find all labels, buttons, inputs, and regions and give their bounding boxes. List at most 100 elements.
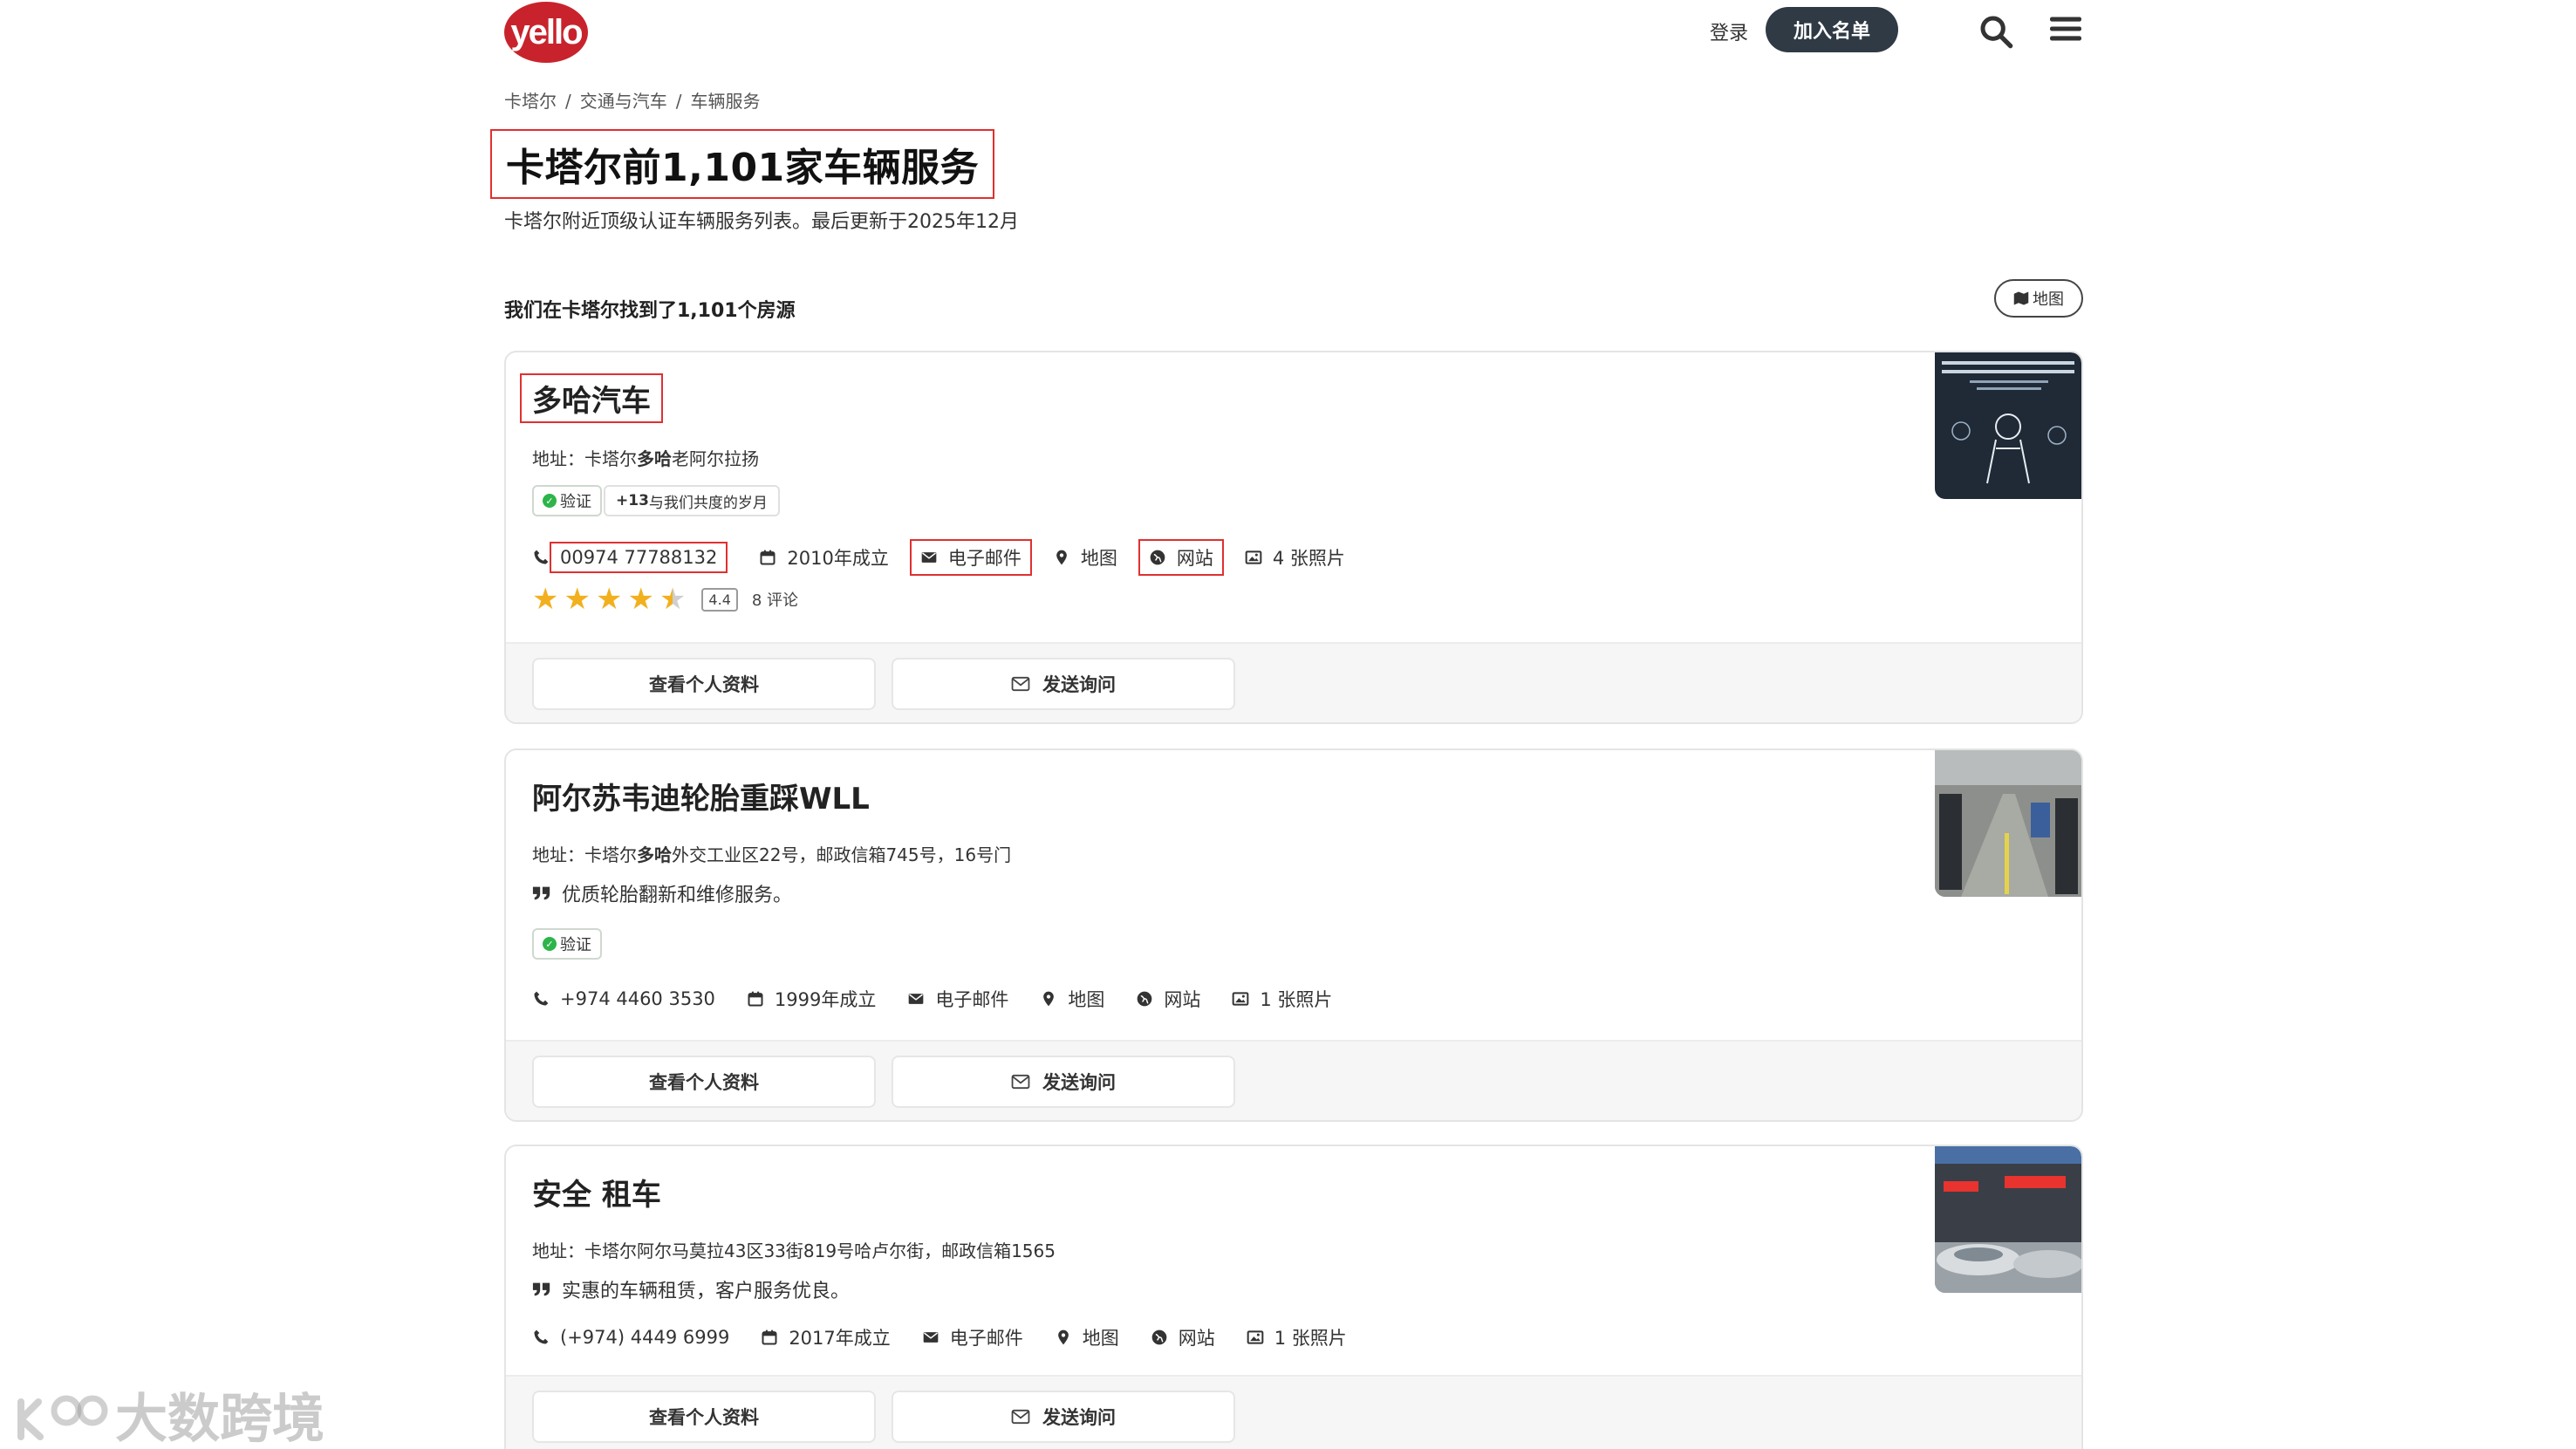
map-button-label: 地图 [2033,290,2064,309]
address-prefix: 地址：卡塔尔 [532,448,637,469]
address-city: 多哈 [637,844,672,865]
website-link[interactable]: 网站 [1138,539,1224,576]
view-profile-button[interactable]: 查看个人资料 [532,658,876,710]
website-label: 网站 [1178,1328,1215,1349]
yello-logo[interactable]: yello [504,2,588,63]
login-link[interactable]: 登录 [1710,17,1748,45]
send-inquiry-label: 发送询问 [1042,1407,1116,1428]
quote-icon [532,886,550,900]
map-link[interactable]: 地图 [1040,986,1104,1012]
email-link[interactable]: 电子邮件 [909,539,1032,576]
watermark-logo-icon [17,1395,108,1440]
calendar-icon [762,1329,777,1345]
listing-thumbnail[interactable] [1935,352,2081,499]
listing-name[interactable]: 安全 租车 [532,1171,661,1213]
established-year: 1999年成立 [774,989,877,1010]
tagline-text: 实惠的车辆租赁，客户服务优良。 [562,1281,851,1302]
view-profile-button[interactable]: 查看个人资料 [532,1391,876,1443]
watermark: 大数跨境 [12,1377,325,1449]
phone-number: (+974) 4449 6999 [560,1327,730,1348]
map-label: 地图 [1082,1328,1119,1349]
send-inquiry-label: 发送询问 [1042,674,1116,695]
image-icon [1245,550,1262,564]
breadcrumb: 卡塔尔 / 交通与汽车 / 车辆服务 [504,91,761,112]
email-link[interactable]: 电子邮件 [922,1324,1023,1350]
email-label: 电子邮件 [949,1328,1023,1349]
address-text: 地址：卡塔尔阿尔马莫拉43区33街819号哈卢尔街，邮政信箱1565 [532,1241,1056,1261]
map-link[interactable]: 地图 [1053,544,1117,571]
listing-name[interactable]: 阿尔苏韦迪轮胎重踩WLL [532,775,870,817]
map-icon [2013,291,2029,305]
address-prefix: 地址：卡塔尔 [532,844,637,865]
map-label: 地图 [1080,548,1117,569]
view-profile-button[interactable]: 查看个人资料 [532,1056,876,1108]
photos-label: 1 张照片 [1260,989,1333,1010]
listing-name[interactable]: 多哈汽车 [520,373,663,423]
phone-number[interactable]: 00974 77788132 [550,542,728,573]
map-link[interactable]: 地图 [1055,1324,1119,1350]
search-icon[interactable] [1978,14,2013,49]
website-link[interactable]: 网站 [1136,986,1200,1012]
breadcrumb-transport[interactable]: 交通与汽车 [580,91,667,112]
photos-link[interactable]: 1 张照片 [1247,1324,1347,1350]
results-count: 我们在卡塔尔找到了1,101个房源 [504,300,796,322]
envelope-outline-icon [1011,1409,1030,1425]
globe-icon [1150,550,1165,565]
breadcrumb-vehicle-services[interactable]: 车辆服务 [691,91,761,112]
years-count: +13 [616,492,649,509]
address-rest: 外交工业区22号，邮政信箱745号，16号门 [672,844,1012,865]
image-icon [1247,1330,1264,1344]
listing-actions: 查看个人资料 发送询问 [506,1040,2081,1120]
photos-label: 1 张照片 [1274,1328,1347,1349]
rating: ★ ★ ★ ★ ★ 4.4 8 评论 [532,584,798,614]
rating-score: 4.4 [701,587,738,612]
website-link[interactable]: 网站 [1151,1324,1215,1350]
photos-link[interactable]: 1 张照片 [1232,986,1332,1012]
join-list-button[interactable]: 加入名单 [1766,7,1898,52]
half-star-icon: ★ [659,582,687,617]
send-inquiry-button[interactable]: 发送询问 [892,658,1235,710]
listing-meta: (+974) 4449 6999 2017年成立 电子邮件 地图 网站 1 张照… [532,1324,1378,1350]
verified-badge: ✓ 验证 [532,485,602,516]
map-pin-icon [1043,991,1055,1007]
check-icon: ✓ [543,494,557,508]
calendar-icon [748,991,763,1007]
listing-card: 安全 租车 地址：卡塔尔阿尔马莫拉43区33街819号哈卢尔街，邮政信箱1565… [504,1145,2083,1449]
reviews-count[interactable]: 8 评论 [752,588,798,611]
menu-icon[interactable] [2050,14,2081,44]
breadcrumb-qatar[interactable]: 卡塔尔 [504,91,557,112]
image-icon [1233,992,1249,1006]
verified-label: 验证 [560,493,591,511]
website-label: 网站 [1164,989,1201,1010]
established-year: 2017年成立 [789,1328,891,1349]
listing-tagline: 实惠的车辆租赁，客户服务优良。 [532,1275,850,1303]
envelope-icon [921,552,937,563]
phone-icon [534,550,549,564]
globe-icon [1151,1329,1167,1345]
tagline-text: 优质轮胎翻新和维修服务。 [562,885,793,906]
watermark-text: 大数跨境 [115,1389,325,1449]
listing-thumbnail[interactable] [1935,1146,2081,1293]
envelope-outline-icon [1011,676,1030,692]
check-icon: ✓ [543,937,557,951]
listing-card: 多哈汽车 地址：卡塔尔多哈老阿尔拉扬 ✓ 验证 +13 与我们共度的岁月 00974… [504,351,2083,724]
listing-actions: 查看个人资料 发送询问 [506,642,2081,722]
address-rest: 老阿尔拉扬 [672,448,759,469]
email-link[interactable]: 电子邮件 [907,986,1008,1012]
verified-badge: ✓ 验证 [532,928,602,960]
phone-item[interactable]: (+974) 4449 6999 [532,1327,729,1348]
photos-link[interactable]: 4 张照片 [1245,544,1345,571]
years-badge: +13 与我们共度的岁月 [604,485,780,516]
send-inquiry-label: 发送询问 [1042,1072,1116,1093]
send-inquiry-button[interactable]: 发送询问 [892,1056,1235,1108]
established-item: 2017年成立 [761,1324,891,1350]
established-year: 2010年成立 [787,548,889,569]
map-button[interactable]: 地图 [1994,279,2083,318]
star-icon: ★ [595,582,623,617]
send-inquiry-button[interactable]: 发送询问 [892,1391,1235,1443]
phone-item[interactable]: +974 4460 3530 [532,988,715,1009]
listing-thumbnail[interactable] [1935,750,2081,897]
listing-meta: +974 4460 3530 1999年成立 电子邮件 地图 网站 1 张照片 [532,986,1363,1012]
listing-card: 阿尔苏韦迪轮胎重踩WLL 地址：卡塔尔多哈外交工业区22号，邮政信箱745号，1… [504,748,2083,1122]
globe-icon [1138,991,1152,1007]
